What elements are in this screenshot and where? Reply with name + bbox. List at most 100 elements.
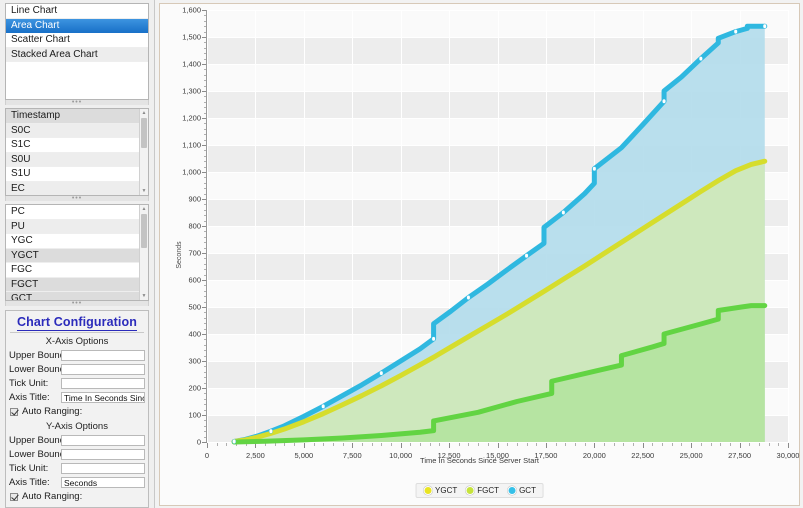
x-axis-minor-tick [671, 443, 673, 446]
scroll-up-icon[interactable]: ▲ [141, 110, 147, 116]
x-axis-minor-tick [216, 443, 218, 446]
x-axis-minor-tick [749, 443, 751, 446]
y-auto-ranging-row[interactable]: Auto Ranging: [10, 490, 145, 503]
y-auto-ranging-checkbox[interactable] [10, 492, 18, 501]
field-item-pu[interactable]: PU [6, 219, 148, 234]
data-point-marker [733, 29, 738, 34]
x-axis-minor-tick [623, 443, 625, 446]
field-item-s1u[interactable]: S1U [6, 167, 148, 182]
data-point-marker [698, 56, 703, 61]
x-axis-minor-tick [478, 443, 480, 446]
x-axis-minor-tick [516, 443, 518, 446]
field-item-s0u[interactable]: S0U [6, 152, 148, 167]
x-axis-minor-tick [507, 443, 509, 446]
legend-item-ygct[interactable]: YGCT [423, 486, 457, 495]
splitter-2[interactable]: ••• [5, 195, 149, 202]
splitter-1[interactable]: ••• [5, 99, 149, 106]
x-axis-minor-tick [410, 443, 412, 446]
y-upper-bound-label: Upper Bound: [9, 435, 68, 446]
x-axis-title-input[interactable]: Time In Seconds Since Ser [61, 392, 145, 403]
x-axis-tick-mark [352, 443, 354, 448]
data-point-marker [561, 210, 566, 215]
y-tick-unit-input[interactable] [61, 463, 145, 474]
x-axis-minor-tick [778, 443, 780, 446]
data-point-marker [662, 98, 667, 104]
x-axis-minor-tick [487, 443, 489, 446]
fields-list-lower-scrollbar[interactable]: ▲ ▼ [139, 205, 148, 300]
field-item-fgct[interactable]: FGCT [6, 277, 148, 292]
x-axis-minor-tick [323, 443, 325, 446]
x-axis-tick-mark [207, 443, 208, 448]
x-auto-ranging-row[interactable]: Auto Ranging: [10, 405, 145, 418]
left-sidebar: Line Chart Area Chart Scatter Chart Stacked… [0, 0, 155, 508]
y-axis-tick-label: 1,000 [182, 167, 201, 177]
x-upper-bound-label: Upper Bound: [9, 350, 68, 361]
fields-list-lower[interactable]: PC PU YGC YGCT FGC FGCT GCT ▲ ▼ [5, 204, 149, 301]
splitter-grip: ••• [71, 195, 83, 202]
scrollbar-thumb[interactable] [141, 118, 147, 148]
x-lower-bound-label: Lower Bound: [9, 364, 68, 375]
x-axis-minor-tick [274, 443, 276, 446]
field-item-s0c[interactable]: S0C [6, 123, 148, 138]
field-item-fgc[interactable]: FGC [6, 263, 148, 278]
field-item-ygc[interactable]: YGC [6, 234, 148, 249]
y-axis-tick-label: 400 [188, 329, 201, 339]
data-point-marker [524, 253, 529, 259]
x-lower-bound-input[interactable] [61, 364, 145, 375]
y-axis-tick-label: 1,500 [182, 32, 201, 42]
field-item-s1c[interactable]: S1C [6, 138, 148, 153]
fields-list-upper-scrollbar[interactable]: ▲ ▼ [139, 109, 148, 195]
splitter-3[interactable]: ••• [5, 300, 149, 307]
data-point-marker [431, 336, 436, 342]
x-axis-tick-mark [594, 443, 596, 448]
legend-label: YGCT [435, 486, 458, 495]
x-axis-tick-mark [691, 443, 693, 448]
field-item-ec[interactable]: EC [6, 181, 148, 195]
x-axis-tick-mark [739, 443, 741, 448]
x-axis-minor-tick [458, 443, 460, 446]
chart-type-item-line-chart[interactable]: Line Chart [6, 4, 148, 19]
scroll-down-icon[interactable]: ▼ [141, 293, 147, 299]
x-auto-ranging-checkbox[interactable] [10, 407, 18, 416]
y-upper-bound-input[interactable] [61, 435, 145, 446]
x-axis-minor-tick [710, 443, 712, 446]
field-item-pc[interactable]: PC [6, 205, 148, 220]
x-tick-unit-input[interactable] [61, 378, 145, 389]
chart-type-item-scatter-chart[interactable]: Scatter Chart [6, 33, 148, 48]
fields-list-upper[interactable]: TimestampS0CS1CS0US1UECEU ▲ ▼ [5, 108, 149, 196]
chart-configuration-panel: Chart Configuration X-Axis Options Upper… [5, 310, 149, 508]
x-upper-bound-input[interactable] [61, 350, 145, 361]
x-axis-minor-tick [226, 443, 228, 446]
field-item-gct[interactable]: GCT [6, 292, 148, 300]
legend-item-fgct[interactable]: FGCT [465, 486, 499, 495]
x-axis-minor-tick [758, 443, 760, 446]
legend-item-gct[interactable]: GCT [507, 486, 536, 495]
y-axis-title-input[interactable]: Seconds [61, 477, 145, 488]
data-point-marker [321, 404, 326, 409]
chart-type-item-stacked-area-chart[interactable]: Stacked Area Chart [6, 47, 148, 62]
scroll-down-icon[interactable]: ▼ [141, 188, 147, 194]
y-axis-tick-label: 1,300 [182, 86, 201, 96]
field-item-ygct[interactable]: YGCT [6, 248, 148, 263]
plot-region[interactable] [207, 10, 789, 444]
y-axis-tick-label: 1,600 [182, 5, 201, 15]
x-axis-minor-tick [565, 443, 567, 446]
x-axis-tick-mark [642, 443, 644, 448]
chart-configuration-title-text: Chart Configuration [17, 315, 137, 331]
y-lower-bound-input[interactable] [61, 449, 145, 460]
x-axis-tick-mark [497, 443, 499, 448]
x-axis-label: Time In Seconds Since Server Start [420, 456, 539, 465]
x-axis-minor-tick [720, 443, 722, 446]
gridline-vertical [788, 10, 789, 442]
chart-legend[interactable]: YGCT FGCT GCT [415, 483, 544, 498]
x-axis-minor-tick [313, 443, 315, 446]
y-axis-tick-label: 100 [188, 410, 201, 420]
field-item-timestamp[interactable]: Timestamp [6, 109, 148, 124]
x-axis-minor-tick [652, 443, 654, 446]
chart-type-item-area-chart[interactable]: Area Chart [6, 18, 148, 33]
x-tick-unit-row: Tick Unit: [9, 377, 145, 390]
scrollbar-thumb[interactable] [141, 214, 147, 248]
y-axis-tick-label: 800 [188, 221, 201, 231]
chart-type-list[interactable]: Line Chart Area Chart Scatter Chart Stacked… [5, 3, 149, 100]
scroll-up-icon[interactable]: ▲ [141, 206, 147, 212]
